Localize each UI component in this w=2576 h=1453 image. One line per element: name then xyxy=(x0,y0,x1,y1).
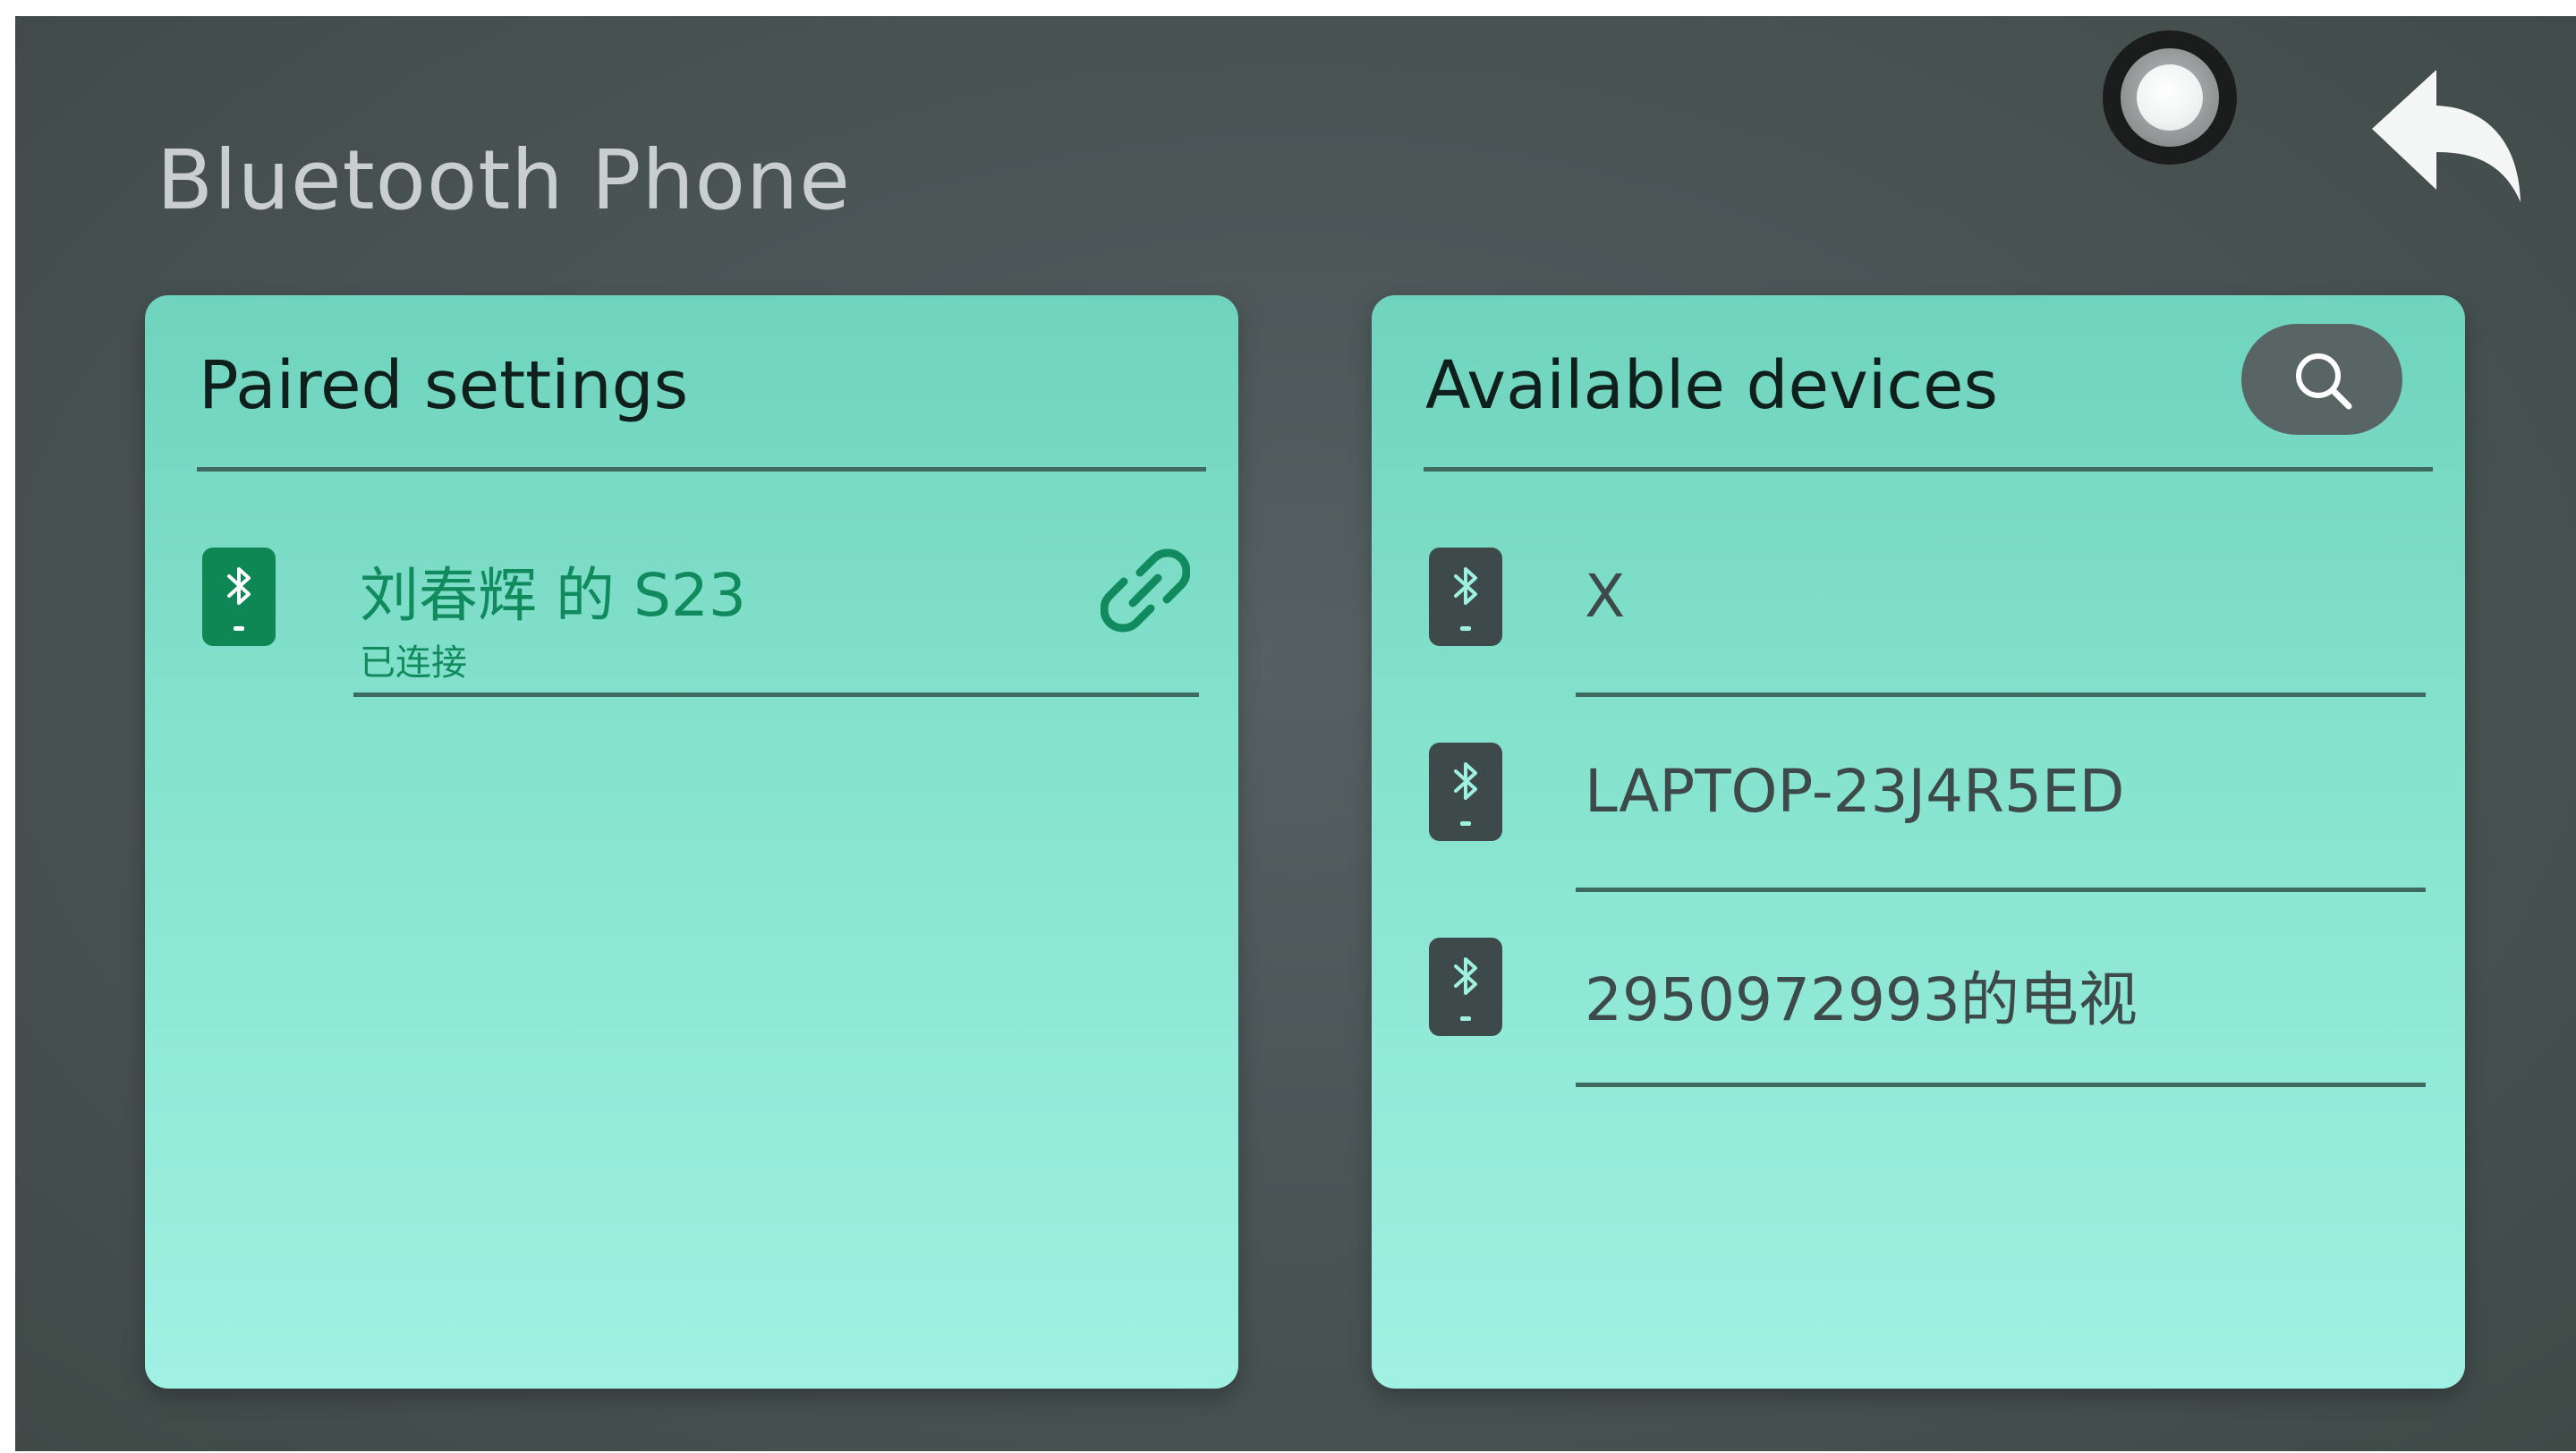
panel-divider xyxy=(197,467,1206,472)
bluetooth-phone-icon xyxy=(1429,548,1502,646)
available-device-row[interactable]: LAPTOP-23J4R5ED xyxy=(1372,705,2465,900)
bluetooth-phone-icon xyxy=(1429,938,1502,1036)
back-arrow-icon xyxy=(2372,70,2521,202)
paired-device-name: 刘春辉 的 S23 xyxy=(360,561,746,630)
panel-title-paired: Paired settings xyxy=(199,347,689,424)
available-devices-panel: Available devices X LAPTOP-23J4R5ED 2950… xyxy=(1372,295,2465,1389)
page-title: Bluetooth Phone xyxy=(157,132,851,228)
paired-device-row[interactable]: 刘春辉 的 S23 已连接 xyxy=(145,510,1238,705)
available-device-name: 2950972993的电视 xyxy=(1585,965,2138,1034)
search-button[interactable] xyxy=(2241,324,2402,435)
panel-divider xyxy=(1424,467,2433,472)
available-device-row[interactable]: 2950972993的电视 xyxy=(1372,900,2465,1095)
link-icon[interactable] xyxy=(1100,546,1191,639)
bluetooth-phone-icon xyxy=(1429,743,1502,841)
available-device-row[interactable]: X xyxy=(1372,510,2465,705)
search-icon xyxy=(2296,353,2352,410)
back-button[interactable] xyxy=(2368,63,2529,233)
row-divider xyxy=(1576,888,2426,892)
row-divider xyxy=(353,693,1199,697)
bluetooth-phone-screen: Bluetooth Phone Paired settings 刘春辉 的 S2… xyxy=(15,16,2576,1451)
paired-settings-panel: Paired settings 刘春辉 的 S23 已连接 xyxy=(145,295,1238,1389)
paired-device-status: 已连接 xyxy=(360,642,467,684)
available-device-name: X xyxy=(1585,562,1626,631)
panel-title-available: Available devices xyxy=(1425,347,1999,424)
row-divider xyxy=(1576,1083,2426,1087)
bluetooth-phone-icon xyxy=(202,548,276,646)
available-device-name: LAPTOP-23J4R5ED xyxy=(1585,757,2125,826)
row-divider xyxy=(1576,693,2426,697)
home-button[interactable] xyxy=(2103,30,2237,165)
